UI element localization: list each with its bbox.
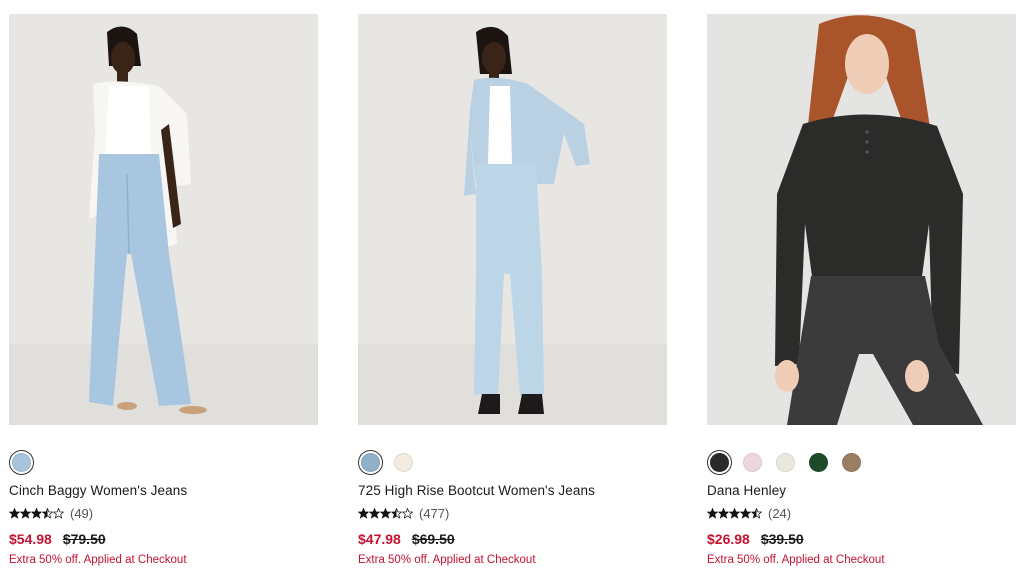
original-price: $79.50 [62,531,106,547]
product-rating: (24) [707,506,791,521]
star-icon [740,508,751,519]
product-rating: (49) [9,506,93,521]
promo-text: Extra 50% off. Applied at Checkout [9,554,187,566]
review-count[interactable]: (477) [419,506,449,521]
star-icon [31,508,42,519]
product-name[interactable]: Cinch Baggy Women's Jeans [9,483,187,498]
star-icon [751,508,762,519]
price-block: $47.98 $69.50 [358,531,455,547]
star-icon [718,508,729,519]
price-block: $26.98 $39.50 [707,531,804,547]
star-icon [729,508,740,519]
color-swatch[interactable] [839,450,864,475]
product-image[interactable] [9,14,318,425]
original-price: $69.50 [411,531,455,547]
promo-text: Extra 50% off. Applied at Checkout [707,554,885,566]
original-price: $39.50 [760,531,804,547]
review-count[interactable]: (24) [768,506,791,521]
color-swatch[interactable] [740,450,765,475]
star-rating [707,508,762,519]
product-image[interactable] [358,14,667,425]
color-swatches [707,450,864,475]
swatch-color-dot [710,453,729,472]
product-name[interactable]: Dana Henley [707,483,786,498]
star-icon [42,508,53,519]
price-block: $54.98 $79.50 [9,531,106,547]
color-swatch[interactable] [773,450,798,475]
product-name[interactable]: 725 High Rise Bootcut Women's Jeans [358,483,595,498]
star-icon [391,508,402,519]
sale-price: $26.98 [707,531,750,547]
swatch-color-dot [394,453,413,472]
swatch-color-dot [776,453,795,472]
star-rating [358,508,413,519]
star-icon [380,508,391,519]
swatch-color-dot [809,453,828,472]
star-icon [9,508,20,519]
product-rating: (477) [358,506,449,521]
product-card[interactable]: Dana Henley (24) $26.98 $39.50 Extra 50%… [707,14,1016,582]
product-card[interactable]: Cinch Baggy Women's Jeans (49) $54.98 $7… [9,14,318,582]
star-icon [53,508,64,519]
star-icon [358,508,369,519]
product-grid: Cinch Baggy Women's Jeans (49) $54.98 $7… [0,0,1024,582]
color-swatches [358,450,416,475]
sale-price: $47.98 [358,531,401,547]
star-icon [402,508,413,519]
promo-text: Extra 50% off. Applied at Checkout [358,554,536,566]
star-icon [369,508,380,519]
star-icon [20,508,31,519]
star-icon [707,508,718,519]
color-swatches [9,450,34,475]
swatch-color-dot [12,453,31,472]
star-rating [9,508,64,519]
sale-price: $54.98 [9,531,52,547]
swatch-color-dot [361,453,380,472]
color-swatch[interactable] [707,450,732,475]
swatch-color-dot [743,453,762,472]
review-count[interactable]: (49) [70,506,93,521]
product-card[interactable]: 725 High Rise Bootcut Women's Jeans (477… [358,14,667,582]
product-image[interactable] [707,14,1016,425]
color-swatch[interactable] [391,450,416,475]
swatch-color-dot [842,453,861,472]
color-swatch[interactable] [806,450,831,475]
color-swatch[interactable] [358,450,383,475]
color-swatch[interactable] [9,450,34,475]
